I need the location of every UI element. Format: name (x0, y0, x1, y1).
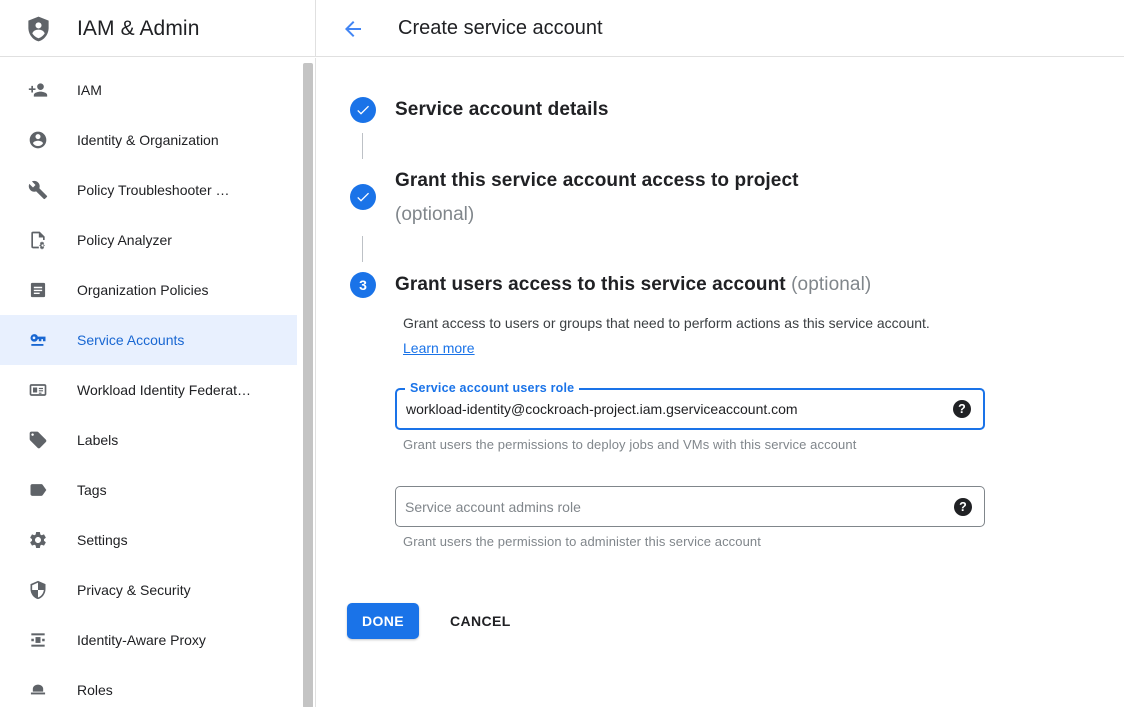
service-account-key-icon (28, 330, 48, 350)
service-account-admins-role-field: ? (395, 486, 985, 527)
step3-title: Grant users access to this service accou… (395, 272, 871, 298)
help-icon[interactable]: ? (954, 498, 972, 516)
sidebar: IAM Identity & Organization Policy Troub… (0, 58, 316, 707)
sidebar-item-identity-aware-proxy[interactable]: Identity-Aware Proxy (0, 615, 297, 665)
page-header: Create service account (316, 0, 1124, 57)
top-header: IAM & Admin Create service account (0, 0, 1124, 57)
iam-admin-console: IAM & Admin Create service account IAM I… (0, 0, 1124, 707)
sidebar-item-iam[interactable]: IAM (0, 65, 297, 115)
step-connector (362, 236, 363, 262)
sidebar-item-roles[interactable]: Roles (0, 665, 297, 707)
step1-title: Service account details (395, 97, 609, 123)
service-account-users-role-field: Service account users role ? (395, 388, 985, 430)
wrench-icon (28, 180, 48, 200)
sidebar-item-label: Workload Identity Federat… (77, 382, 251, 398)
step3-optional-label: (optional) (791, 274, 871, 295)
cancel-button[interactable]: CANCEL (446, 603, 515, 639)
learn-more-link[interactable]: Learn more (403, 340, 475, 356)
sidebar-item-workload-identity-federation[interactable]: Workload Identity Federat… (0, 365, 297, 415)
proxy-icon (28, 630, 48, 650)
sidebar-item-label: Settings (77, 532, 128, 548)
step2-optional-label: (optional) (395, 198, 799, 232)
sidebar-item-label: Policy Troubleshooter … (77, 182, 230, 198)
sidebar-item-label: Policy Analyzer (77, 232, 172, 248)
sidebar-item-organization-policies[interactable]: Organization Policies (0, 265, 297, 315)
admins-role-input[interactable] (396, 487, 936, 526)
step3-description: Grant access to users or groups that nee… (403, 311, 951, 361)
sidebar-item-policy-analyzer[interactable]: Policy Analyzer (0, 215, 297, 265)
step-connector (362, 133, 363, 159)
product-title: IAM & Admin (77, 17, 199, 41)
tag-icon (28, 430, 48, 450)
users-role-helper-text: Grant users the permissions to deploy jo… (403, 437, 856, 452)
sidebar-item-settings[interactable]: Settings (0, 515, 297, 565)
sidebar-item-labels[interactable]: Labels (0, 415, 297, 465)
sidebar-nav: IAM Identity & Organization Policy Troub… (0, 58, 297, 707)
iam-shield-icon (25, 14, 52, 44)
users-role-label: Service account users role (405, 381, 579, 395)
step1-completed-check-icon (350, 97, 376, 123)
sidebar-item-label: Roles (77, 682, 113, 698)
step2-title: Grant this service account access to pro… (395, 164, 799, 232)
sidebar-item-label: Service Accounts (77, 332, 184, 348)
main-content: Service account details Grant this servi… (316, 57, 1124, 707)
badge-card-icon (28, 380, 48, 400)
sidebar-item-label: Labels (77, 432, 118, 448)
shield-icon (28, 580, 48, 600)
sidebar-item-label: IAM (77, 82, 102, 98)
page-title: Create service account (398, 17, 603, 40)
gear-icon (28, 530, 48, 550)
step3-number-badge: 3 (350, 272, 376, 298)
document-gear-icon (28, 230, 48, 250)
back-arrow-icon[interactable] (341, 17, 365, 41)
hat-icon (28, 680, 48, 700)
sidebar-item-tags[interactable]: Tags (0, 465, 297, 515)
sidebar-item-privacy-security[interactable]: Privacy & Security (0, 565, 297, 615)
person-add-icon (28, 80, 48, 100)
sidebar-item-label: Tags (77, 482, 107, 498)
step2-completed-check-icon (350, 184, 376, 210)
sidebar-item-label: Privacy & Security (77, 582, 191, 598)
sidebar-scrollbar[interactable] (303, 63, 313, 707)
sidebar-item-policy-troubleshooter[interactable]: Policy Troubleshooter … (0, 165, 297, 215)
help-icon[interactable]: ? (953, 400, 971, 418)
sidebar-item-label: Organization Policies (77, 282, 209, 298)
arrow-tag-icon (28, 480, 48, 500)
list-icon (28, 280, 48, 300)
sidebar-item-label: Identity-Aware Proxy (77, 632, 206, 648)
admins-role-helper-text: Grant users the permission to administer… (403, 534, 761, 549)
sidebar-item-service-accounts[interactable]: Service Accounts (0, 315, 297, 365)
identity-circle-icon (28, 130, 48, 150)
sidebar-item-label: Identity & Organization (77, 132, 219, 148)
users-role-input[interactable] (397, 390, 935, 428)
sidebar-item-identity-organization[interactable]: Identity & Organization (0, 115, 297, 165)
done-button[interactable]: DONE (347, 603, 419, 639)
product-header: IAM & Admin (0, 0, 316, 57)
